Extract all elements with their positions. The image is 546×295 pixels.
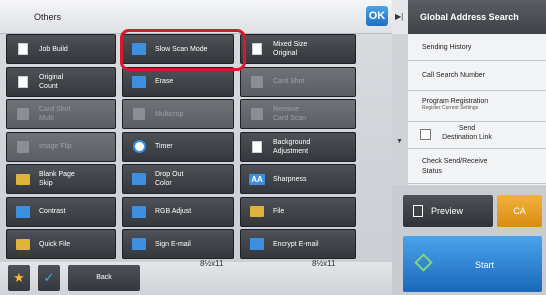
sign-email-button[interactable]: Sign E-mail: [122, 229, 234, 259]
ca-button[interactable]: CA: [497, 195, 542, 227]
button-label: Encrypt E-mail: [273, 240, 319, 248]
back-button[interactable]: Back: [68, 265, 140, 291]
global-address-search-label: Global Address Search: [420, 12, 519, 22]
program-registration-button[interactable]: Program Registration Register Current Se…: [408, 91, 546, 122]
original-count-button[interactable]: Original Count: [6, 66, 116, 97]
expand-panel-icon[interactable]: ▶|: [395, 12, 403, 21]
multicrop-icon: [131, 107, 147, 121]
card-shot-button: Card Shot: [240, 66, 356, 97]
quick-file-button[interactable]: Quick File: [6, 229, 116, 259]
mixed-size-icon: [249, 42, 265, 56]
star-icon[interactable]: ★: [8, 265, 30, 291]
button-label: Background Adjustment: [273, 138, 311, 155]
send-destination-checkbox[interactable]: [420, 129, 431, 140]
call-search-number-button[interactable]: Call Search Number: [408, 61, 546, 91]
ok-button[interactable]: OK: [366, 6, 388, 26]
contrast-icon: [15, 205, 31, 219]
job-build-icon: [15, 42, 31, 56]
sign-email-icon: [131, 237, 147, 251]
page-title: Others: [34, 12, 62, 22]
button-label: Erase: [155, 78, 174, 85]
job-build-button[interactable]: Job Build: [6, 34, 116, 64]
button-label: Remove Card Scan: [273, 106, 307, 122]
card-shot-multi-icon: [15, 107, 31, 121]
button-label: Mixed Size Original: [273, 41, 308, 57]
checkmark-icon[interactable]: ✓: [38, 265, 60, 291]
original-count-icon: [15, 75, 31, 89]
file-button[interactable]: File: [240, 196, 356, 227]
mixed-size-button[interactable]: Mixed Size Original: [240, 34, 356, 64]
encrypt-email-icon: [249, 237, 265, 251]
preview-icon: [413, 205, 423, 217]
button-label: Sharpness: [273, 175, 307, 183]
check-send-receive-button[interactable]: Check Send/Receive Status: [408, 150, 546, 184]
button-label: Blank Page Skip: [39, 171, 75, 187]
rgb-adjust-icon: [131, 205, 147, 219]
remove-card-scan-button: Remove Card Scan: [240, 99, 356, 129]
multicrop-button: Multicrop: [122, 99, 234, 129]
image-flip-button: Image Flip: [6, 131, 116, 162]
program-registration-label: Program Registration: [422, 98, 489, 105]
preview-button[interactable]: Preview: [403, 195, 493, 227]
button-label: Timer: [155, 143, 173, 150]
sharpness-icon: AA: [249, 173, 265, 185]
button-label: Contrast: [39, 208, 66, 215]
card-shot-multi-button: Card Shot Multi: [6, 99, 116, 129]
button-label: Job Build: [39, 45, 68, 53]
file-icon: [249, 205, 265, 219]
drop-out-color-icon: [131, 172, 147, 186]
button-label: File: [273, 208, 285, 215]
start-label: Start: [475, 260, 495, 270]
button-label: Original Count: [39, 73, 64, 90]
erase-icon: [131, 75, 147, 89]
button-label: Card Shot Multi: [39, 106, 71, 122]
image-flip-icon: [15, 140, 31, 154]
paper-size-label: 8½x11: [200, 259, 224, 268]
highlight-frame: [120, 29, 246, 71]
start-button[interactable]: Start: [403, 236, 542, 292]
card-shot-icon: [249, 75, 265, 89]
timer-button[interactable]: Timer: [122, 131, 234, 162]
paper-size-label: 8½x11: [312, 259, 336, 268]
button-label: Card Shot: [273, 78, 305, 85]
sharpness-button[interactable]: AA Sharpness: [240, 164, 356, 194]
button-label: Sign E-mail: [155, 240, 191, 248]
background-adjustment-icon: [249, 140, 265, 154]
blank-page-skip-icon: [15, 172, 31, 186]
program-registration-sub: Register Current Settings: [422, 105, 479, 111]
background-adjustment-button[interactable]: Background Adjustment: [240, 131, 356, 162]
contrast-button[interactable]: Contrast: [6, 196, 116, 227]
sending-history-button[interactable]: Sending History: [408, 34, 546, 61]
button-label: Drop Out Color: [155, 171, 184, 187]
button-label: Multicrop: [155, 110, 184, 118]
preview-label: Preview: [431, 206, 464, 216]
scroll-down-icon[interactable]: ▼: [396, 138, 403, 145]
button-label: Image Flip: [39, 143, 72, 150]
button-label: Quick File: [39, 240, 71, 248]
timer-icon: [131, 140, 147, 154]
quick-file-icon: [15, 237, 31, 251]
erase-button[interactable]: Erase: [122, 66, 234, 97]
button-label: RGB Adjust: [155, 208, 192, 215]
send-destination-link-label: Send Destination Link: [442, 125, 492, 141]
start-icon: [414, 253, 433, 272]
encrypt-email-button[interactable]: Encrypt E-mail: [240, 229, 356, 259]
remove-card-scan-icon: [249, 107, 265, 121]
rgb-adjust-button[interactable]: RGB Adjust: [122, 196, 234, 227]
drop-out-color-button[interactable]: Drop Out Color: [122, 164, 234, 194]
blank-page-skip-button[interactable]: Blank Page Skip: [6, 164, 116, 194]
